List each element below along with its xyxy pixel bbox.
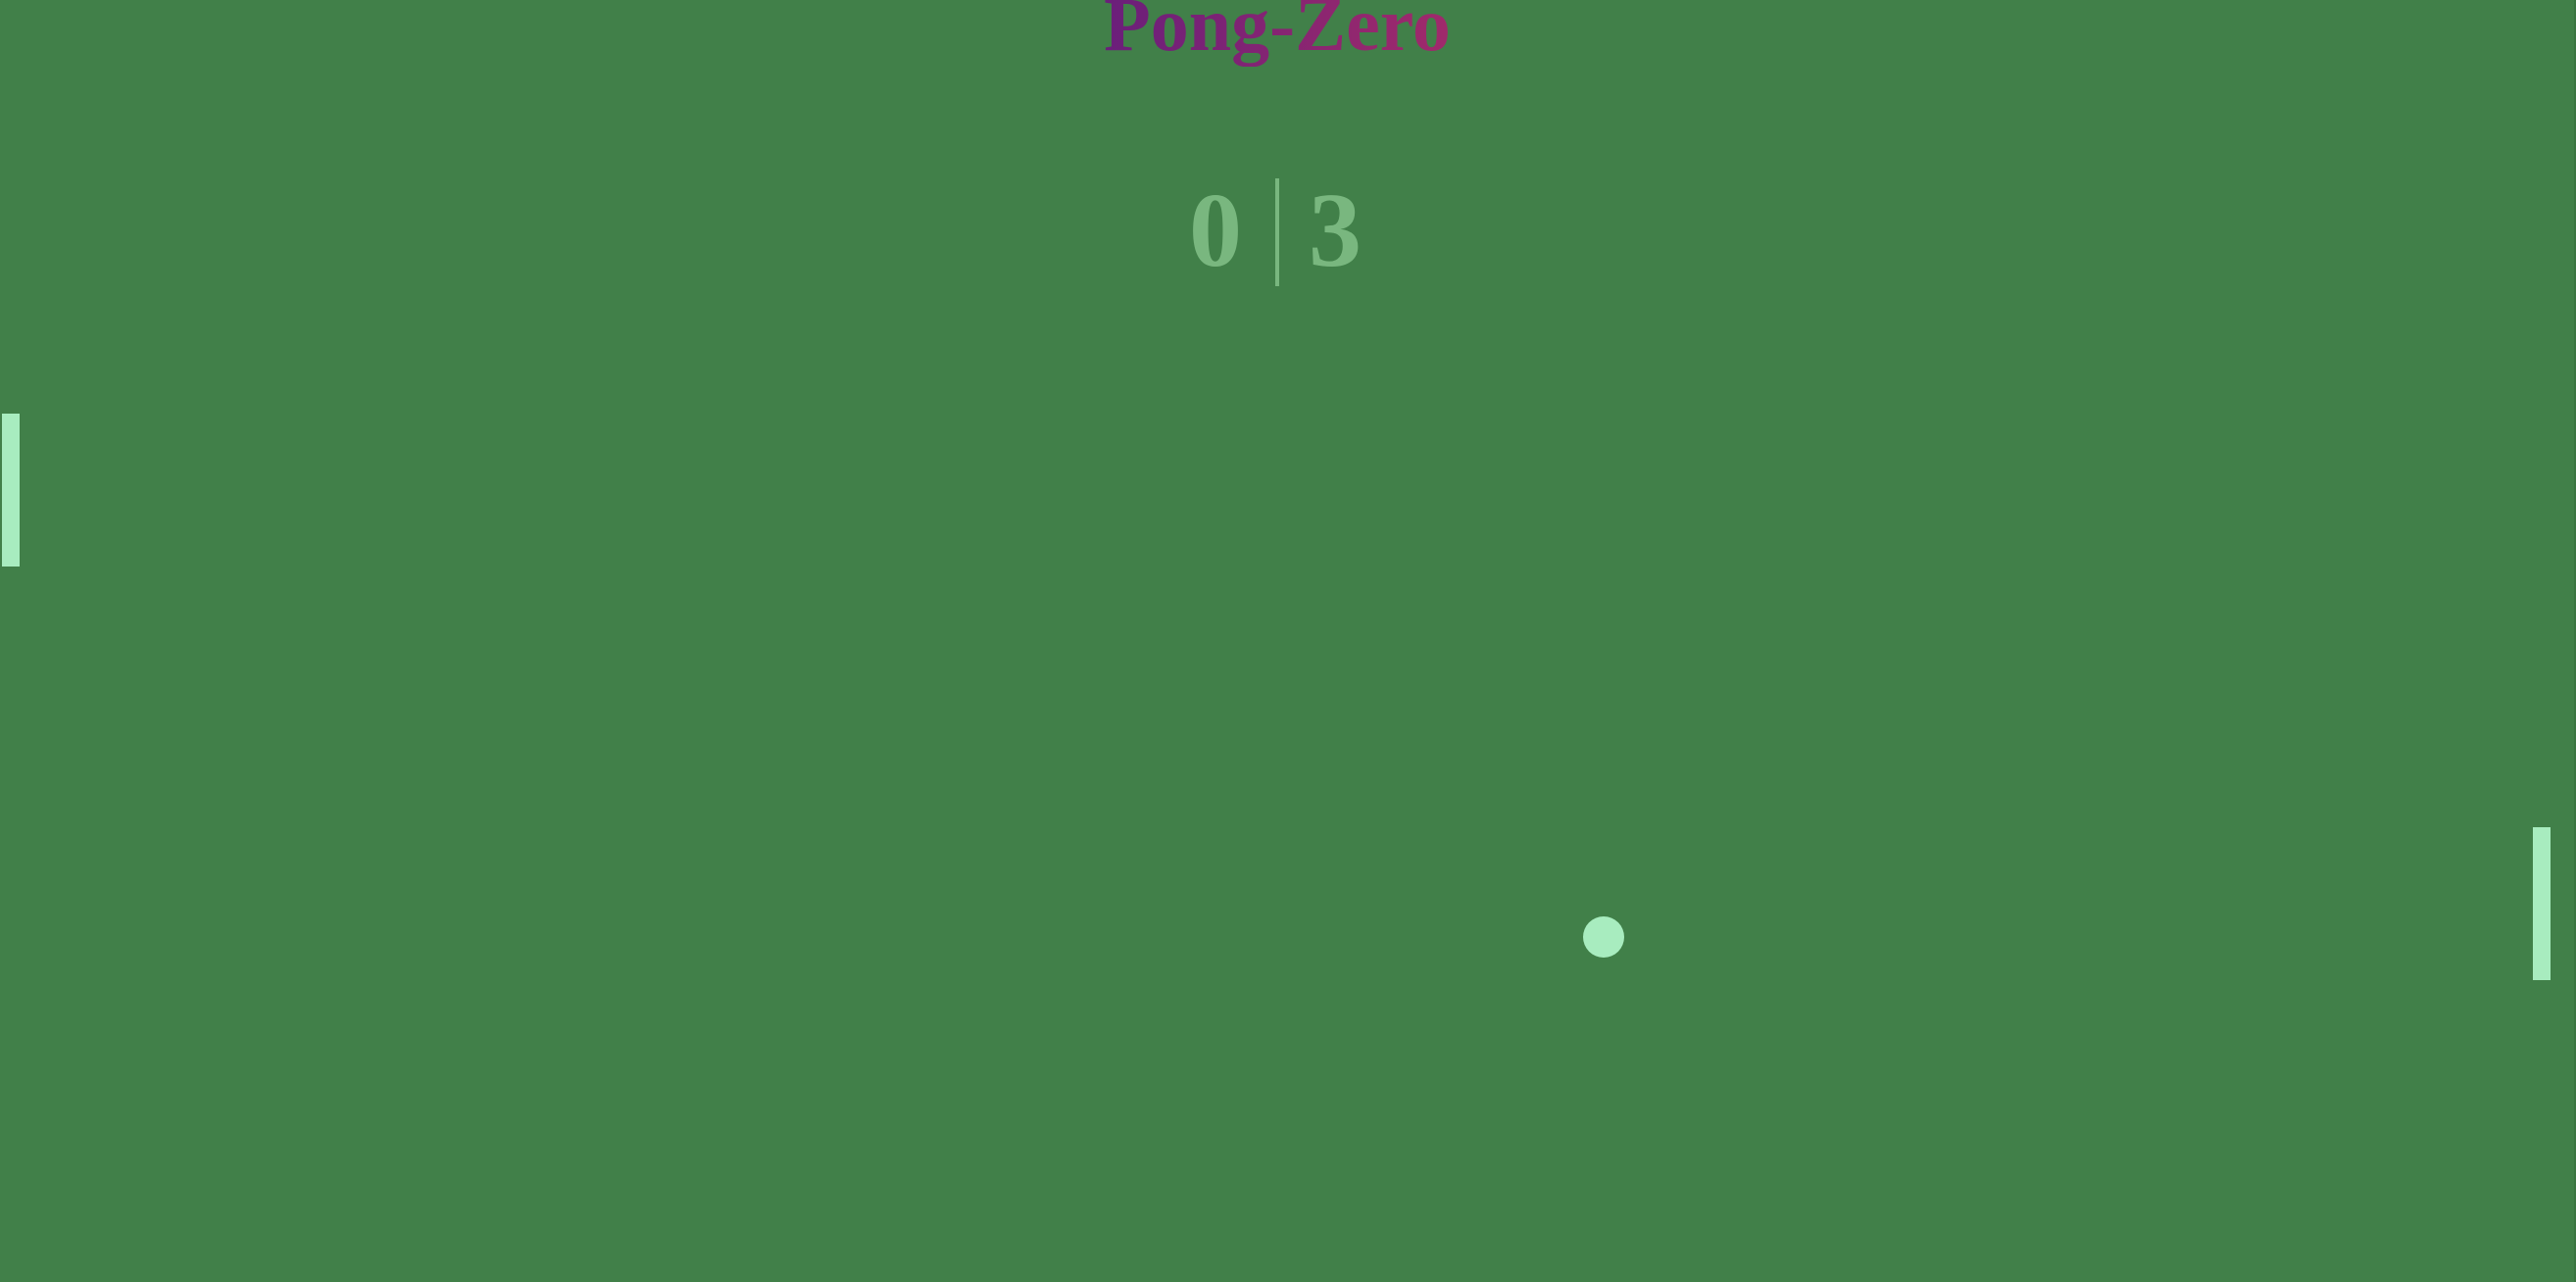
right-paddle [2533, 827, 2551, 980]
game-title-text: Pong-Zero [1104, 0, 1451, 67]
left-paddle[interactable] [2, 414, 20, 567]
game-canvas[interactable]: Pong-Zero 0 3 [0, 0, 2576, 1282]
left-player-score: 0 [1189, 173, 1242, 289]
scoreboard: 0 3 [1166, 173, 1392, 289]
game-title: Pong-Zero [0, 0, 2554, 69]
ball [1583, 916, 1624, 958]
right-player-score: 3 [1309, 173, 1362, 289]
score-divider [1275, 178, 1279, 286]
